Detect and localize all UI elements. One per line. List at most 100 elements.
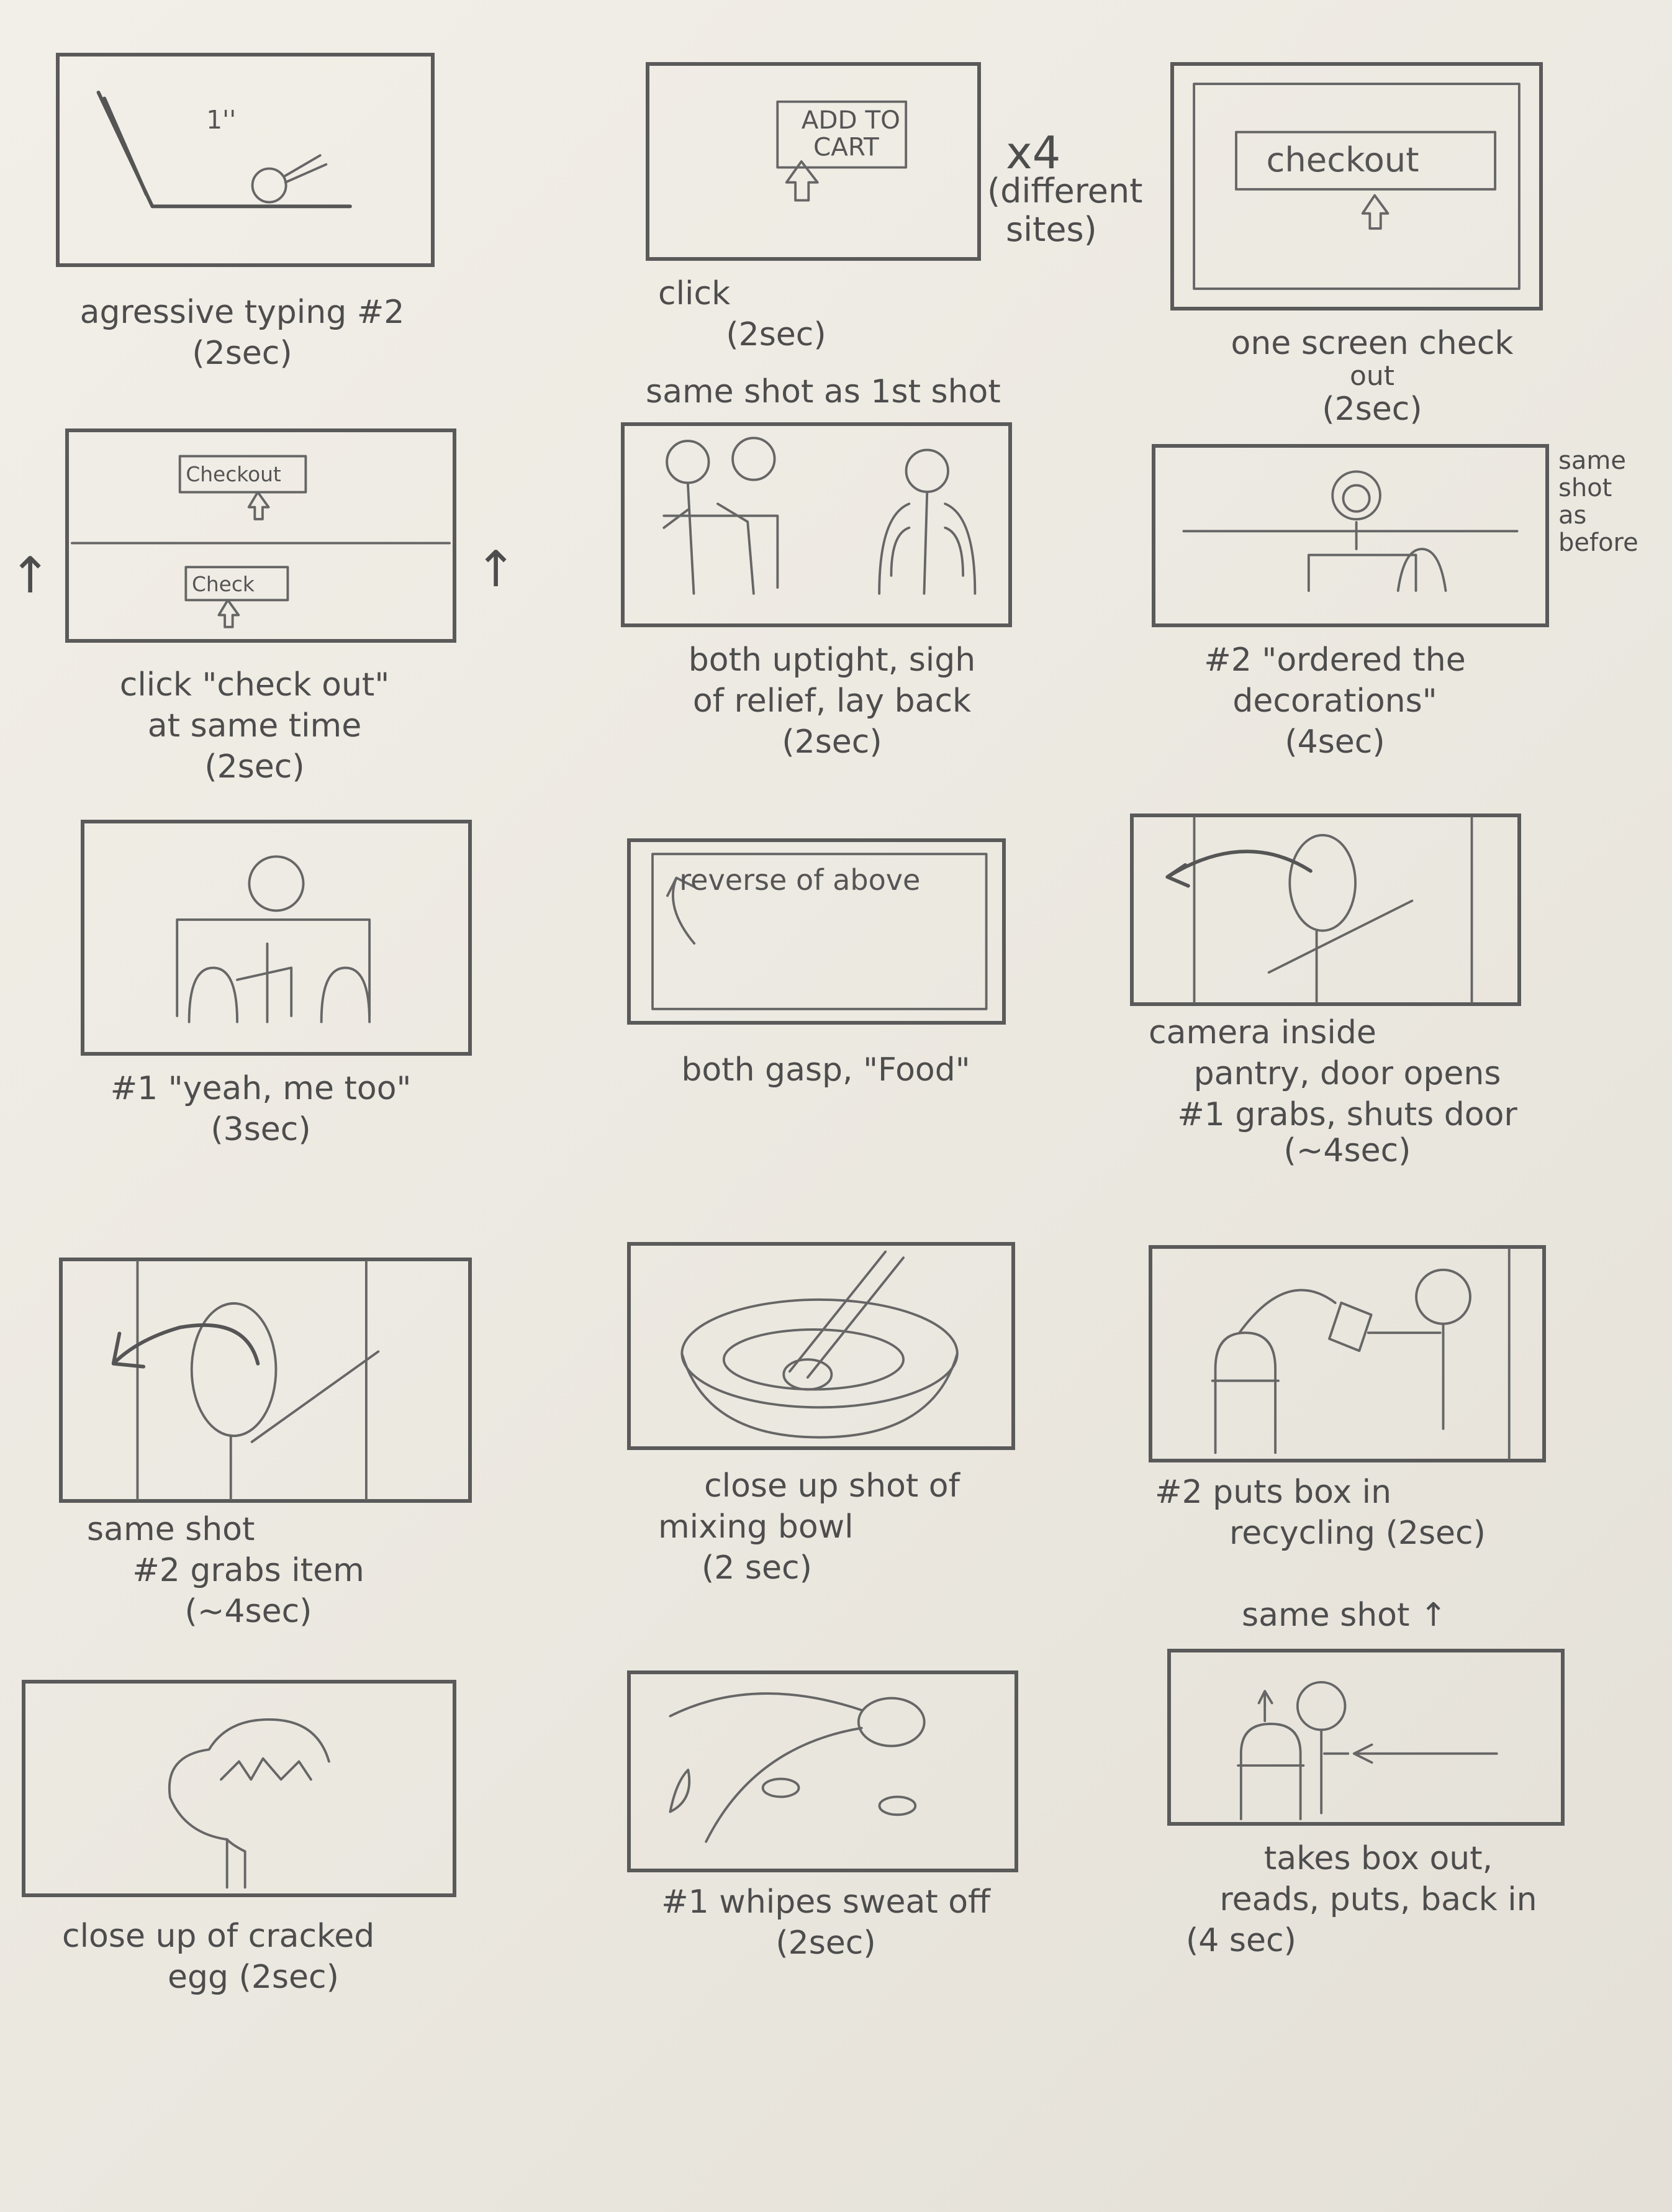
panel-5-caption-line3: (2sec) xyxy=(782,723,882,761)
panel-10-drawing xyxy=(111,1260,380,1500)
panel-4-caption-line3: (2sec) xyxy=(204,748,305,786)
panel-9-drawing xyxy=(1165,816,1473,1004)
panel-9-caption-line4: (~4sec) xyxy=(1283,1132,1411,1169)
panel-9 xyxy=(1130,814,1521,1006)
panel-9-caption: camera inside pantry, door opens #1 grab… xyxy=(1130,1012,1565,1169)
panel-15-caption: takes box out, reads, puts, back in (4 s… xyxy=(1167,1838,1589,1961)
panel-12-caption: #2 puts box in recycling (2sec) xyxy=(1155,1472,1589,1554)
panel-1-inner-text: 1'' xyxy=(206,105,236,135)
panel-11-drawing xyxy=(680,1250,959,1439)
panel-12-caption-line2: recycling (2sec) xyxy=(1229,1515,1486,1552)
panel-2-side-line3: sites) xyxy=(1006,210,1097,249)
panel-2-caption-line1: click xyxy=(658,275,731,312)
panel-3-caption-line1: one screen check xyxy=(1231,325,1514,362)
panel-13-caption-line1: close up of cracked xyxy=(62,1918,375,1955)
panel-5-above-note: same shot as 1st shot xyxy=(646,373,1001,410)
panel-2-side-line2: (different xyxy=(987,171,1143,211)
panel-8-caption-line1: both gasp, "Food" xyxy=(681,1051,970,1089)
panel-5-caption-line1: both uptight, sigh xyxy=(688,641,976,679)
panel-4-inner-text1: Checkout xyxy=(186,463,281,486)
panel-13 xyxy=(22,1680,456,1897)
panel-10-caption: same shot #2 grabs item (~4sec) xyxy=(56,1509,441,1632)
panel-8-drawing: reverse of above xyxy=(651,853,988,1010)
panel-11-caption-line2: mixing bowl xyxy=(658,1508,854,1546)
panel-15-drawing xyxy=(1237,1680,1498,1821)
panel-6-drawing xyxy=(1182,470,1519,592)
panel-3-inner-text: checkout xyxy=(1267,140,1419,179)
panel-11 xyxy=(627,1242,1015,1450)
panel-10-caption-line3: (~4sec) xyxy=(184,1593,312,1630)
panel-2-caption: click (2sec) xyxy=(658,273,894,355)
panel-6 xyxy=(1152,444,1549,627)
panel-9-caption-line1: camera inside xyxy=(1149,1014,1376,1051)
panel-7-drawing xyxy=(176,855,371,1023)
panel-1-caption-line2: (2sec) xyxy=(192,335,292,372)
panel-3-caption: one screen check out (2sec) xyxy=(1180,323,1565,430)
panel-2: ADD TO CART xyxy=(646,62,981,261)
panel-10-caption-line2: #2 grabs item xyxy=(132,1552,364,1589)
panel-12-caption-line1: #2 puts box in xyxy=(1155,1474,1392,1511)
panel-12-drawing xyxy=(1211,1248,1511,1460)
panel-4-inner-text2: Check xyxy=(192,573,255,596)
panel-4-caption-line2: at same time xyxy=(147,707,362,745)
panel-4-caption: click "check out" at same time (2sec) xyxy=(68,664,441,787)
panel-6-side-line2: shot xyxy=(1558,474,1612,502)
panel-12 xyxy=(1149,1245,1546,1462)
panel-14-caption: #1 whipes sweat off (2sec) xyxy=(615,1882,1037,1964)
panel-15-above-note: same shot ↑ xyxy=(1242,1597,1447,1634)
panel-5-caption: both uptight, sigh of relief, lay back (… xyxy=(633,640,1031,763)
box-icon xyxy=(1328,1301,1373,1353)
panel-10 xyxy=(59,1258,472,1503)
panel-6-caption-line2: decorations" xyxy=(1232,682,1437,720)
panel-2-caption-line2: (2sec) xyxy=(726,316,826,353)
panel-7-caption: #1 "yeah, me too" (3sec) xyxy=(75,1068,447,1150)
panel-7 xyxy=(81,820,472,1056)
panel-14-caption-line2: (2sec) xyxy=(775,1924,876,1962)
panel-1-caption: agressive typing #2 (2sec) xyxy=(56,292,428,374)
panel-15-caption-line3: (4 sec) xyxy=(1186,1922,1296,1959)
panel-5-drawing xyxy=(662,437,977,595)
panel-6-side-line4: before xyxy=(1558,528,1638,557)
panel-4-caption-line1: click "check out" xyxy=(119,666,390,704)
up-arrow-icon: ↑ xyxy=(475,540,517,598)
panel-14 xyxy=(627,1670,1018,1872)
panel-6-caption-line3: (4sec) xyxy=(1285,723,1385,761)
cursor-icon xyxy=(1361,194,1390,230)
panel-13-caption-line2: egg (2sec) xyxy=(168,1959,339,1996)
panel-15-caption-line1: takes box out, xyxy=(1263,1840,1493,1877)
panel-13-drawing xyxy=(168,1718,330,1889)
panel-3-caption-line2: out xyxy=(1349,360,1395,392)
panel-8-inner-text: reverse of above xyxy=(679,863,920,897)
panel-7-caption-line1: #1 "yeah, me too" xyxy=(110,1070,412,1107)
panel-6-side-line1: same xyxy=(1558,446,1626,475)
panel-7-caption-line2: (3sec) xyxy=(210,1111,311,1148)
panel-2-side-line1: x4 xyxy=(1006,127,1061,179)
panel-4: Checkout Check xyxy=(65,428,456,643)
panel-3-caption-line3: (2sec) xyxy=(1322,391,1422,428)
panel-3-drawing: checkout xyxy=(1193,83,1521,290)
panel-11-caption-line3: (2 sec) xyxy=(702,1549,812,1587)
panel-15-caption-line2: reads, puts, back in xyxy=(1219,1881,1537,1918)
panel-2-side-note: x4 (different sites) xyxy=(987,127,1143,249)
panel-3: checkout xyxy=(1170,62,1543,310)
panel-1: 1'' xyxy=(56,53,435,267)
panel-6-caption: #2 "ordered the decorations" (4sec) xyxy=(1155,640,1515,763)
panel-2-inner-text2: CART xyxy=(813,132,879,161)
panel-15 xyxy=(1167,1649,1565,1826)
panel-5 xyxy=(621,422,1012,627)
panel-11-caption: close up shot of mixing bowl (2 sec) xyxy=(639,1466,1024,1589)
panel-5-caption-line2: of relief, lay back xyxy=(692,682,972,720)
panel-9-caption-line3: #1 grabs, shuts door xyxy=(1177,1096,1517,1133)
panel-1-caption-line1: agressive typing #2 xyxy=(79,294,405,331)
panel-6-caption-line1: #2 "ordered the xyxy=(1204,641,1466,679)
panel-8: reverse of above xyxy=(627,838,1006,1025)
up-arrow-icon: ↑ xyxy=(9,546,52,604)
panel-2-inner-text1: ADD TO xyxy=(802,105,900,135)
panel-9-caption-line2: pantry, door opens xyxy=(1193,1055,1501,1092)
panel-2-drawing: ADD TO CART xyxy=(776,100,908,202)
panel-10-caption-line1: same shot xyxy=(87,1511,255,1548)
panel-6-side-line3: as xyxy=(1558,501,1587,530)
panel-14-caption-line1: #1 whipes sweat off xyxy=(661,1883,990,1921)
panel-4-drawing: Checkout Check xyxy=(71,455,451,628)
panel-6-side-note: same shot as before xyxy=(1558,447,1638,556)
